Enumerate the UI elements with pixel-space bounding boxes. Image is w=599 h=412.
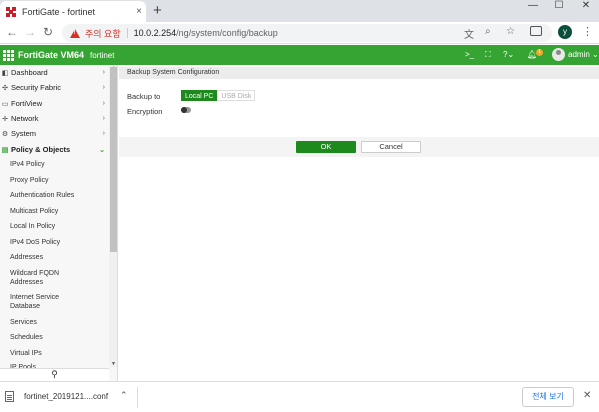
forward-icon[interactable]: → bbox=[22, 25, 38, 39]
usb-disk-option[interactable]: USB Disk bbox=[217, 90, 256, 101]
sidebar-item-label: Policy & Objects bbox=[11, 145, 71, 154]
sidebar-subitem-addresses[interactable]: Addresses bbox=[10, 253, 109, 262]
new-tab-button[interactable]: + bbox=[153, 2, 162, 19]
url-text[interactable]: 10.0.2.254/ng/system/config/backup bbox=[134, 28, 278, 38]
download-bar-close-icon[interactable]: ✕ bbox=[583, 390, 591, 401]
bookmark-star-icon[interactable]: ☆ bbox=[506, 26, 515, 37]
sidebar-item-dashboard[interactable]: ◧ Dashboard › bbox=[0, 65, 109, 80]
dashboard-icon: ◧ bbox=[1, 69, 9, 77]
sidebar-subitem-ipv4-policy[interactable]: IPv4 Policy bbox=[10, 160, 109, 169]
user-avatar-icon[interactable] bbox=[552, 48, 565, 61]
profile-avatar[interactable]: y bbox=[558, 25, 572, 39]
sidebar-subitem-local-in-policy[interactable]: Local In Policy bbox=[10, 222, 109, 231]
policy-icon: ▤ bbox=[1, 146, 9, 154]
local-pc-option[interactable]: Local PC bbox=[181, 90, 218, 101]
sidebar-item-security-fabric[interactable]: ✣ Security Fabric › bbox=[0, 80, 109, 95]
security-fabric-icon: ✣ bbox=[2, 84, 8, 92]
sidebar-subitem-ipv4-dos-policy[interactable]: IPv4 DoS Policy bbox=[10, 238, 109, 247]
product-name: FortiGate VM64 bbox=[18, 50, 85, 60]
help-icon[interactable]: ?⌄ bbox=[503, 50, 514, 59]
browser-window: FortiGate - fortinet × + — ☐ ✕ ← → ↻ 주의 … bbox=[0, 0, 599, 412]
user-menu[interactable]: admin ⌄ bbox=[568, 50, 599, 59]
sidebar-subitem-schedules[interactable]: Schedules bbox=[10, 333, 109, 342]
sidebar-subitem-multicast-policy[interactable]: Multicast Policy bbox=[10, 207, 109, 216]
gear-icon: ⚙ bbox=[1, 130, 9, 138]
fullscreen-icon[interactable]: ⛶ bbox=[485, 50, 491, 60]
maximize-icon[interactable]: ☐ bbox=[546, 0, 572, 14]
ok-button[interactable]: OK bbox=[296, 141, 356, 153]
sidebar-subitem-authentication-rules[interactable]: Authentication Rules bbox=[10, 191, 109, 200]
search-icon: ⚲ bbox=[51, 369, 58, 379]
address-bar: ← → ↻ 주의 요함 10.0.2.254/ng/system/config/… bbox=[0, 22, 599, 44]
translate-icon[interactable]: 文 bbox=[464, 26, 474, 41]
tab-title: FortiGate - fortinet bbox=[22, 6, 96, 17]
sidebar-subitem-virtual-ips[interactable]: Virtual IPs bbox=[10, 349, 109, 358]
chevron-right-icon: › bbox=[102, 100, 105, 107]
encryption-toggle[interactable] bbox=[181, 107, 191, 113]
download-bar: fortinet_2019121....conf ⌃ 전체 보기 ✕ bbox=[0, 381, 599, 412]
sidebar-scrollbar[interactable]: ▲ ▼ bbox=[109, 65, 117, 367]
tab-strip: FortiGate - fortinet × + — ☐ ✕ bbox=[0, 0, 599, 22]
zoom-icon[interactable]: ⌕ bbox=[485, 26, 491, 37]
sidebar-item-label: Dashboard bbox=[11, 68, 48, 77]
form-footer: OK Cancel bbox=[119, 137, 599, 157]
sidebar-item-network[interactable]: ✛ Network › bbox=[0, 111, 109, 126]
sidebar-subitem-internet-service-database[interactable]: Internet Service Database bbox=[10, 293, 70, 311]
notification-badge: 1 bbox=[536, 49, 543, 56]
hostname: fortinet bbox=[90, 50, 115, 60]
tab-close-icon[interactable]: × bbox=[132, 6, 146, 17]
network-icon: ✛ bbox=[2, 115, 8, 123]
sidebar-search-button[interactable]: ⚲ bbox=[0, 368, 109, 381]
minimize-icon[interactable]: — bbox=[520, 0, 546, 14]
fortigate-header: FortiGate VM64 fortinet >_ ⛶ ?⌄ 🔔︎ 1 adm… bbox=[0, 45, 599, 65]
backup-destination-selector: Local PC USB Disk bbox=[181, 90, 256, 101]
sidebar-item-policy-objects[interactable]: ▤ Policy & Objects ⌄ bbox=[0, 142, 109, 157]
chevron-right-icon: › bbox=[102, 130, 105, 137]
browser-tab[interactable]: FortiGate - fortinet × bbox=[0, 1, 146, 22]
url-host: 10.0.2.254 bbox=[133, 28, 177, 38]
backup-to-label: Backup to bbox=[127, 92, 161, 101]
download-divider bbox=[137, 387, 138, 408]
user-name: admin bbox=[568, 50, 590, 59]
sidebar-item-fortiview[interactable]: ▭ FortiView › bbox=[0, 96, 109, 111]
fortinet-favicon-icon bbox=[6, 6, 16, 17]
encryption-label: Encryption bbox=[127, 107, 163, 116]
omnibox-divider bbox=[126, 28, 128, 38]
browser-menu-icon[interactable]: ⋮ bbox=[582, 25, 593, 38]
window-close-icon[interactable]: ✕ bbox=[573, 0, 599, 14]
chevron-right-icon: › bbox=[102, 115, 105, 122]
show-all-downloads-button[interactable]: 전체 보기 bbox=[522, 387, 574, 407]
reload-icon[interactable]: ↻ bbox=[40, 25, 56, 39]
url-path: /ng/system/config/backup bbox=[176, 28, 278, 38]
security-status[interactable]: 주의 요함 bbox=[85, 27, 121, 40]
cast-icon[interactable] bbox=[530, 26, 542, 36]
chevron-up-icon[interactable]: ⌃ bbox=[120, 390, 128, 401]
section-title: Backup System Configuration bbox=[119, 67, 599, 79]
sidebar-item-label: Network bbox=[11, 114, 39, 123]
sidebar-item-system[interactable]: ⚙ System › bbox=[0, 126, 109, 141]
back-icon[interactable]: ← bbox=[4, 25, 20, 39]
chevron-right-icon: › bbox=[102, 84, 105, 91]
file-icon bbox=[5, 391, 14, 402]
sidebar: ◧ Dashboard › ✣ Security Fabric › ▭ Fort… bbox=[0, 65, 118, 381]
cli-console-icon[interactable]: >_ bbox=[465, 50, 474, 59]
main-content: Backup System Configuration Backup to Lo… bbox=[119, 65, 599, 381]
chevron-right-icon: › bbox=[102, 69, 105, 76]
sidebar-item-label: FortiView bbox=[11, 99, 43, 108]
sidebar-item-label: Security Fabric bbox=[11, 83, 62, 92]
cancel-button[interactable]: Cancel bbox=[361, 141, 421, 153]
scrollbar-thumb[interactable] bbox=[110, 67, 117, 252]
chevron-down-icon: ⌄ bbox=[99, 146, 105, 154]
sidebar-subitem-wildcard-fqdn-addresses[interactable]: Wildcard FQDN Addresses bbox=[10, 269, 70, 287]
scroll-down-icon[interactable]: ▼ bbox=[109, 361, 117, 367]
sidebar-subitem-services[interactable]: Services bbox=[10, 318, 109, 327]
fortiview-icon: ▭ bbox=[1, 100, 9, 108]
not-secure-warning-icon[interactable] bbox=[70, 28, 80, 38]
url-field[interactable]: 주의 요함 10.0.2.254/ng/system/config/backup… bbox=[62, 24, 552, 42]
sidebar-subitem-proxy-policy[interactable]: Proxy Policy bbox=[10, 176, 109, 185]
fortinet-logo-icon bbox=[3, 49, 14, 61]
sidebar-item-label: System bbox=[11, 129, 37, 138]
download-file-name[interactable]: fortinet_2019121....conf bbox=[24, 392, 108, 401]
